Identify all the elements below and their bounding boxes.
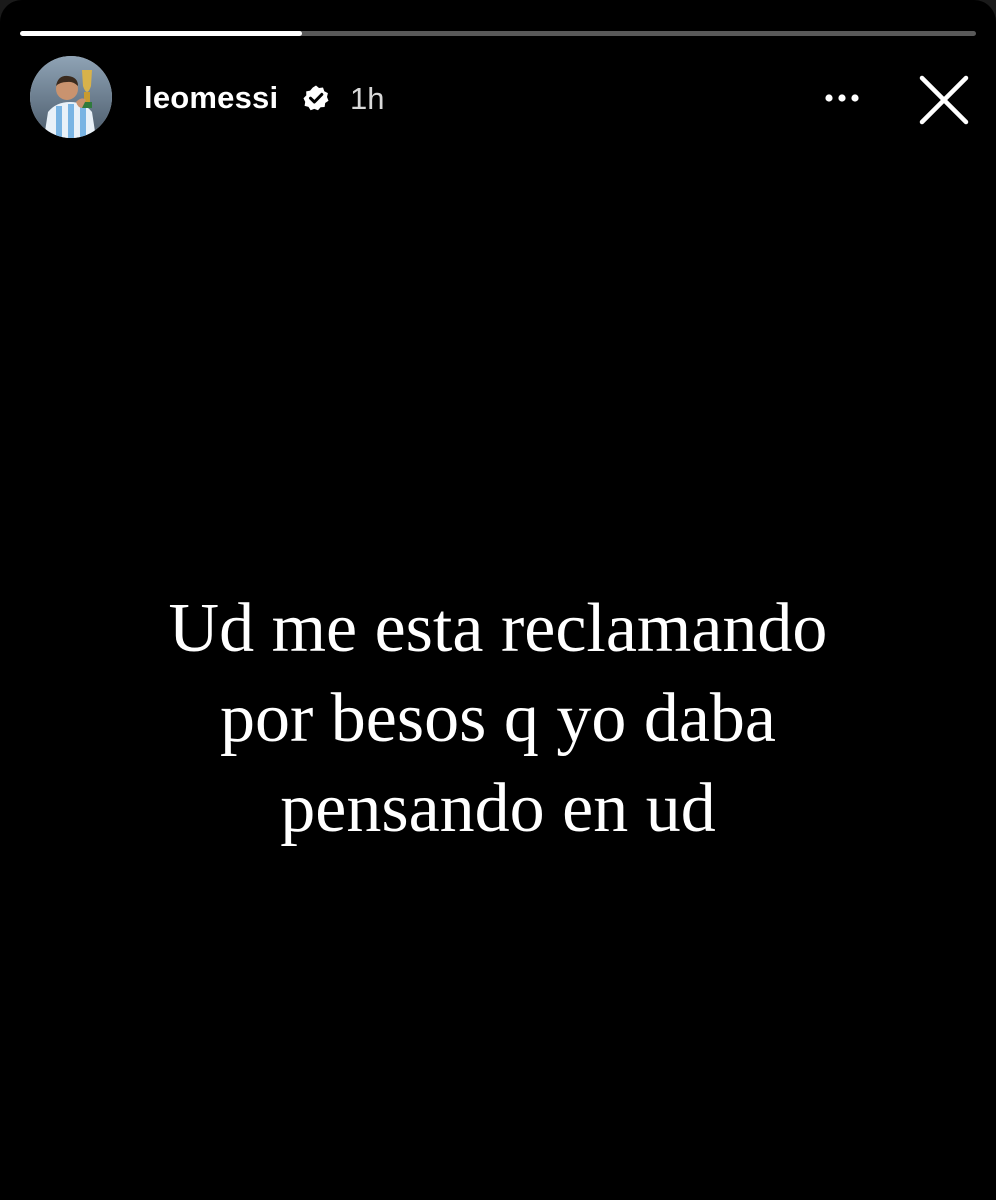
more-options-button[interactable] <box>816 78 868 118</box>
story-header: leomessi 1h <box>30 56 980 140</box>
post-time: 1h <box>350 81 385 116</box>
story-viewer[interactable]: leomessi 1h Ud me esta reclamando por be… <box>0 0 996 1200</box>
story-text-line: por besos q yo daba <box>219 680 776 757</box>
story-progress-bar <box>20 31 976 36</box>
more-horizontal-icon <box>825 94 859 102</box>
verified-badge-icon <box>302 84 330 112</box>
close-icon <box>919 75 969 125</box>
avatar-image <box>30 56 112 138</box>
close-button[interactable] <box>914 70 974 130</box>
avatar[interactable] <box>30 56 112 138</box>
story-progress-fill <box>20 31 303 36</box>
story-text-line: Ud me esta reclamando <box>168 590 828 667</box>
story-text-line: pensando en ud <box>280 770 716 847</box>
story-text: Ud me esta reclamando por besos q yo dab… <box>50 584 946 854</box>
username[interactable]: leomessi <box>144 80 278 116</box>
